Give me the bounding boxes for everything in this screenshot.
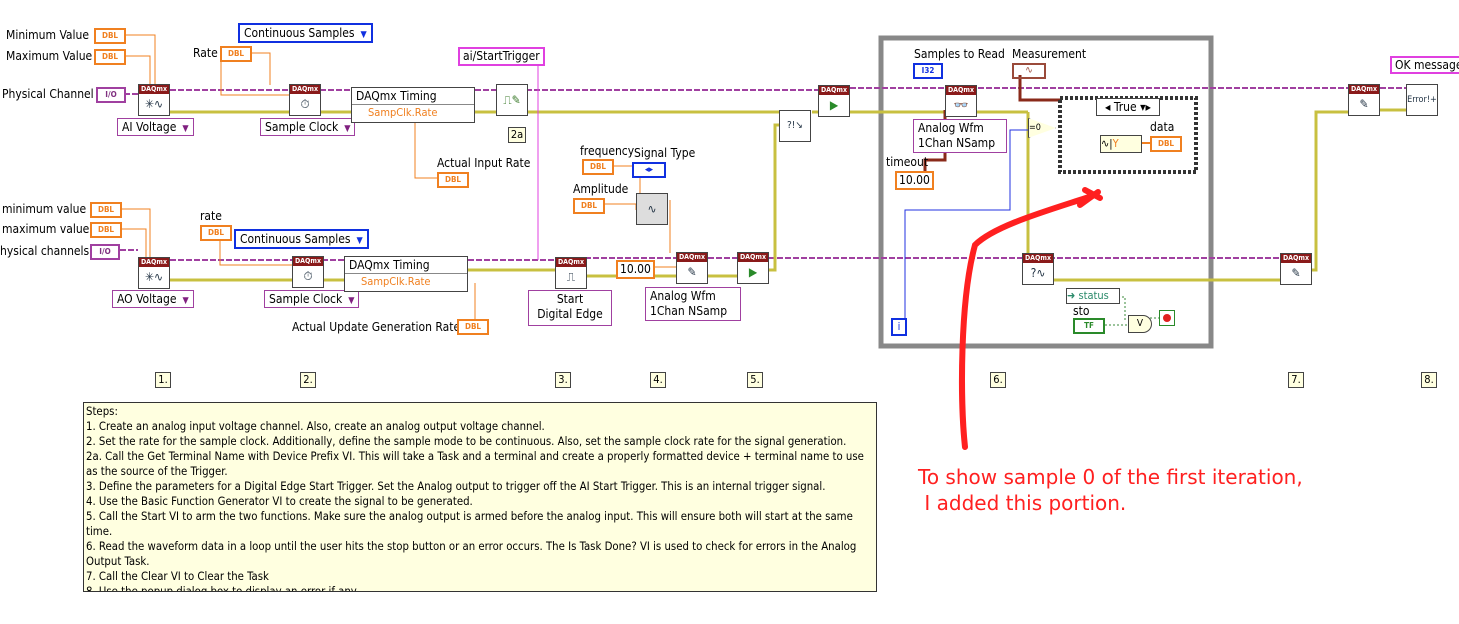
frequency-terminal[interactable]: DBL xyxy=(582,159,614,175)
timeout-constant[interactable]: 10.00 xyxy=(895,171,934,190)
loop-condition-stop-icon[interactable] xyxy=(1159,310,1175,326)
max-value-terminal[interactable]: DBL xyxy=(94,49,126,65)
max-value-label: Maximum Value xyxy=(6,49,93,63)
trigger-type-selector[interactable]: Start Digital Edge xyxy=(528,290,612,326)
ao-channel-terminal[interactable]: I/O xyxy=(90,244,120,260)
merge-errors-node[interactable]: ?!↘ xyxy=(779,110,811,142)
start-ao-node[interactable]: DAQmx ▶ xyxy=(737,252,769,284)
ai-sample-mode-selector[interactable]: Continuous Samples ▼ xyxy=(238,23,373,43)
step-number: 5. xyxy=(747,372,763,388)
ai-timing-type-selector[interactable]: Sample Clock ▼ xyxy=(260,118,356,136)
ao-min-terminal[interactable]: DBL xyxy=(90,202,122,218)
samples-to-read-label: Samples to Read xyxy=(914,47,1005,61)
step-number: 8. xyxy=(1421,372,1437,388)
steps-comment: Steps: 1. Create an analog input voltage … xyxy=(83,402,877,592)
stop-button-terminal[interactable]: TF xyxy=(1073,318,1105,334)
actual-input-rate-label: Actual Input Rate xyxy=(437,156,531,170)
clear-ao-node[interactable]: DAQmx ✎ xyxy=(1280,253,1312,285)
ao-channel-label: hysical channels xyxy=(0,244,90,258)
ao-timing-property-node[interactable]: DAQmx Timing SampClk.Rate xyxy=(344,256,468,292)
amplitude-terminal[interactable]: DBL xyxy=(573,198,605,214)
start-trigger-node[interactable]: DAQmx ⎍ xyxy=(555,257,587,289)
ao-channel-type-selector[interactable]: AO Voltage ▼ xyxy=(112,290,194,308)
ao-rate-terminal[interactable]: DBL xyxy=(200,225,232,241)
create-channel-ai-node[interactable]: DAQmx ✳∿ xyxy=(138,84,170,116)
read-node[interactable]: DAQmx 👓 xyxy=(945,85,977,117)
signal-type-label: Signal Type xyxy=(634,146,696,160)
clock-icon: ⏱ xyxy=(300,97,310,111)
min-value-label: Minimum Value xyxy=(6,28,90,42)
measurement-waveform-indicator[interactable]: ∿ xyxy=(1012,63,1046,79)
step-number: 1. xyxy=(155,372,171,388)
trigger-terminal-constant[interactable]: ai/StartTrigger xyxy=(458,47,545,66)
measurement-label: Measurement xyxy=(1012,47,1087,61)
create-channel-ao-node[interactable]: DAQmx ✳∿ xyxy=(138,257,170,289)
get-terminal-name-node[interactable]: ⎍✎ xyxy=(496,84,528,116)
clear-ai-node[interactable]: DAQmx ✎ xyxy=(1348,84,1380,116)
get-waveform-y-node[interactable]: ∿|Y xyxy=(1100,135,1142,153)
stop-label: sto xyxy=(1073,304,1090,318)
step-label-2a: 2a xyxy=(508,127,526,143)
rate-label: Rate xyxy=(193,46,218,60)
start-ai-node[interactable]: DAQmx ▶ xyxy=(818,85,850,117)
ai-timing-property-node[interactable]: DAQmx Timing SampClk.Rate xyxy=(351,87,475,123)
actual-input-rate-indicator[interactable]: DBL xyxy=(437,172,469,188)
or-node[interactable]: V xyxy=(1128,315,1152,333)
is-task-done-node[interactable]: DAQmx ?∿ xyxy=(1022,253,1054,285)
ao-max-label: maximum value xyxy=(2,222,90,236)
physical-channel-label: Physical Channel xyxy=(2,87,94,101)
step-number: 3. xyxy=(555,372,571,388)
iteration-terminal: i xyxy=(891,318,907,336)
timing-ai-node[interactable]: DAQmx ⏱ xyxy=(289,84,321,116)
ok-message-constant[interactable]: OK message xyxy=(1390,56,1459,74)
actual-update-rate-label: Actual Update Generation Rate xyxy=(292,320,461,334)
data-indicator[interactable]: DBL xyxy=(1150,136,1182,152)
frequency-label: frequency xyxy=(580,144,635,158)
case-selector[interactable]: ◂ True ▾▸ xyxy=(1096,98,1160,116)
step-number: 6. xyxy=(990,372,1006,388)
annotation-line-1: To show sample 0 of the first iteration, xyxy=(918,465,1303,489)
amplitude-label: Amplitude xyxy=(573,182,629,196)
min-value-terminal[interactable]: DBL xyxy=(94,28,126,44)
rate-terminal[interactable]: DBL xyxy=(220,46,252,62)
physical-channel-terminal[interactable]: I/O xyxy=(96,87,126,103)
channel-icon: ✳∿ xyxy=(144,97,164,111)
write-timeout-constant[interactable]: 10.00 xyxy=(616,260,655,279)
actual-update-rate-indicator[interactable]: DBL xyxy=(457,319,489,335)
while-loop-border xyxy=(878,35,1214,349)
annotation-line-2: I added this portion. xyxy=(918,491,1127,515)
ai-channel-type-selector[interactable]: AI Voltage ▼ xyxy=(117,118,194,136)
ao-max-terminal[interactable]: DBL xyxy=(90,222,122,238)
step-number: 2. xyxy=(300,372,316,388)
timing-ao-node[interactable]: DAQmx ⏱ xyxy=(292,256,324,288)
ao-min-label: minimum value xyxy=(2,202,87,216)
error-handler-node[interactable]: Error!+ xyxy=(1406,84,1438,116)
ao-sample-mode-selector[interactable]: Continuous Samples ▼ xyxy=(234,229,369,249)
samples-to-read-terminal[interactable]: I32 xyxy=(913,63,943,79)
data-label: data xyxy=(1150,120,1175,134)
read-type-selector[interactable]: Analog Wfm 1Chan NSamp xyxy=(913,119,1007,153)
write-type-selector[interactable]: Analog Wfm 1Chan NSamp xyxy=(645,287,741,321)
unbundle-status-node[interactable]: ➜ status xyxy=(1066,288,1120,304)
step-number: 7. xyxy=(1288,372,1304,388)
signal-type-enum[interactable]: ◂▸ xyxy=(632,162,666,178)
ao-timing-type-selector[interactable]: Sample Clock ▼ xyxy=(264,290,360,308)
timeout-label: timeout xyxy=(886,155,929,169)
step-number: 4. xyxy=(650,372,666,388)
write-node[interactable]: DAQmx ✎ xyxy=(676,252,708,284)
ao-rate-label: rate xyxy=(200,209,222,223)
function-generator-node[interactable]: ∿ xyxy=(636,193,668,225)
